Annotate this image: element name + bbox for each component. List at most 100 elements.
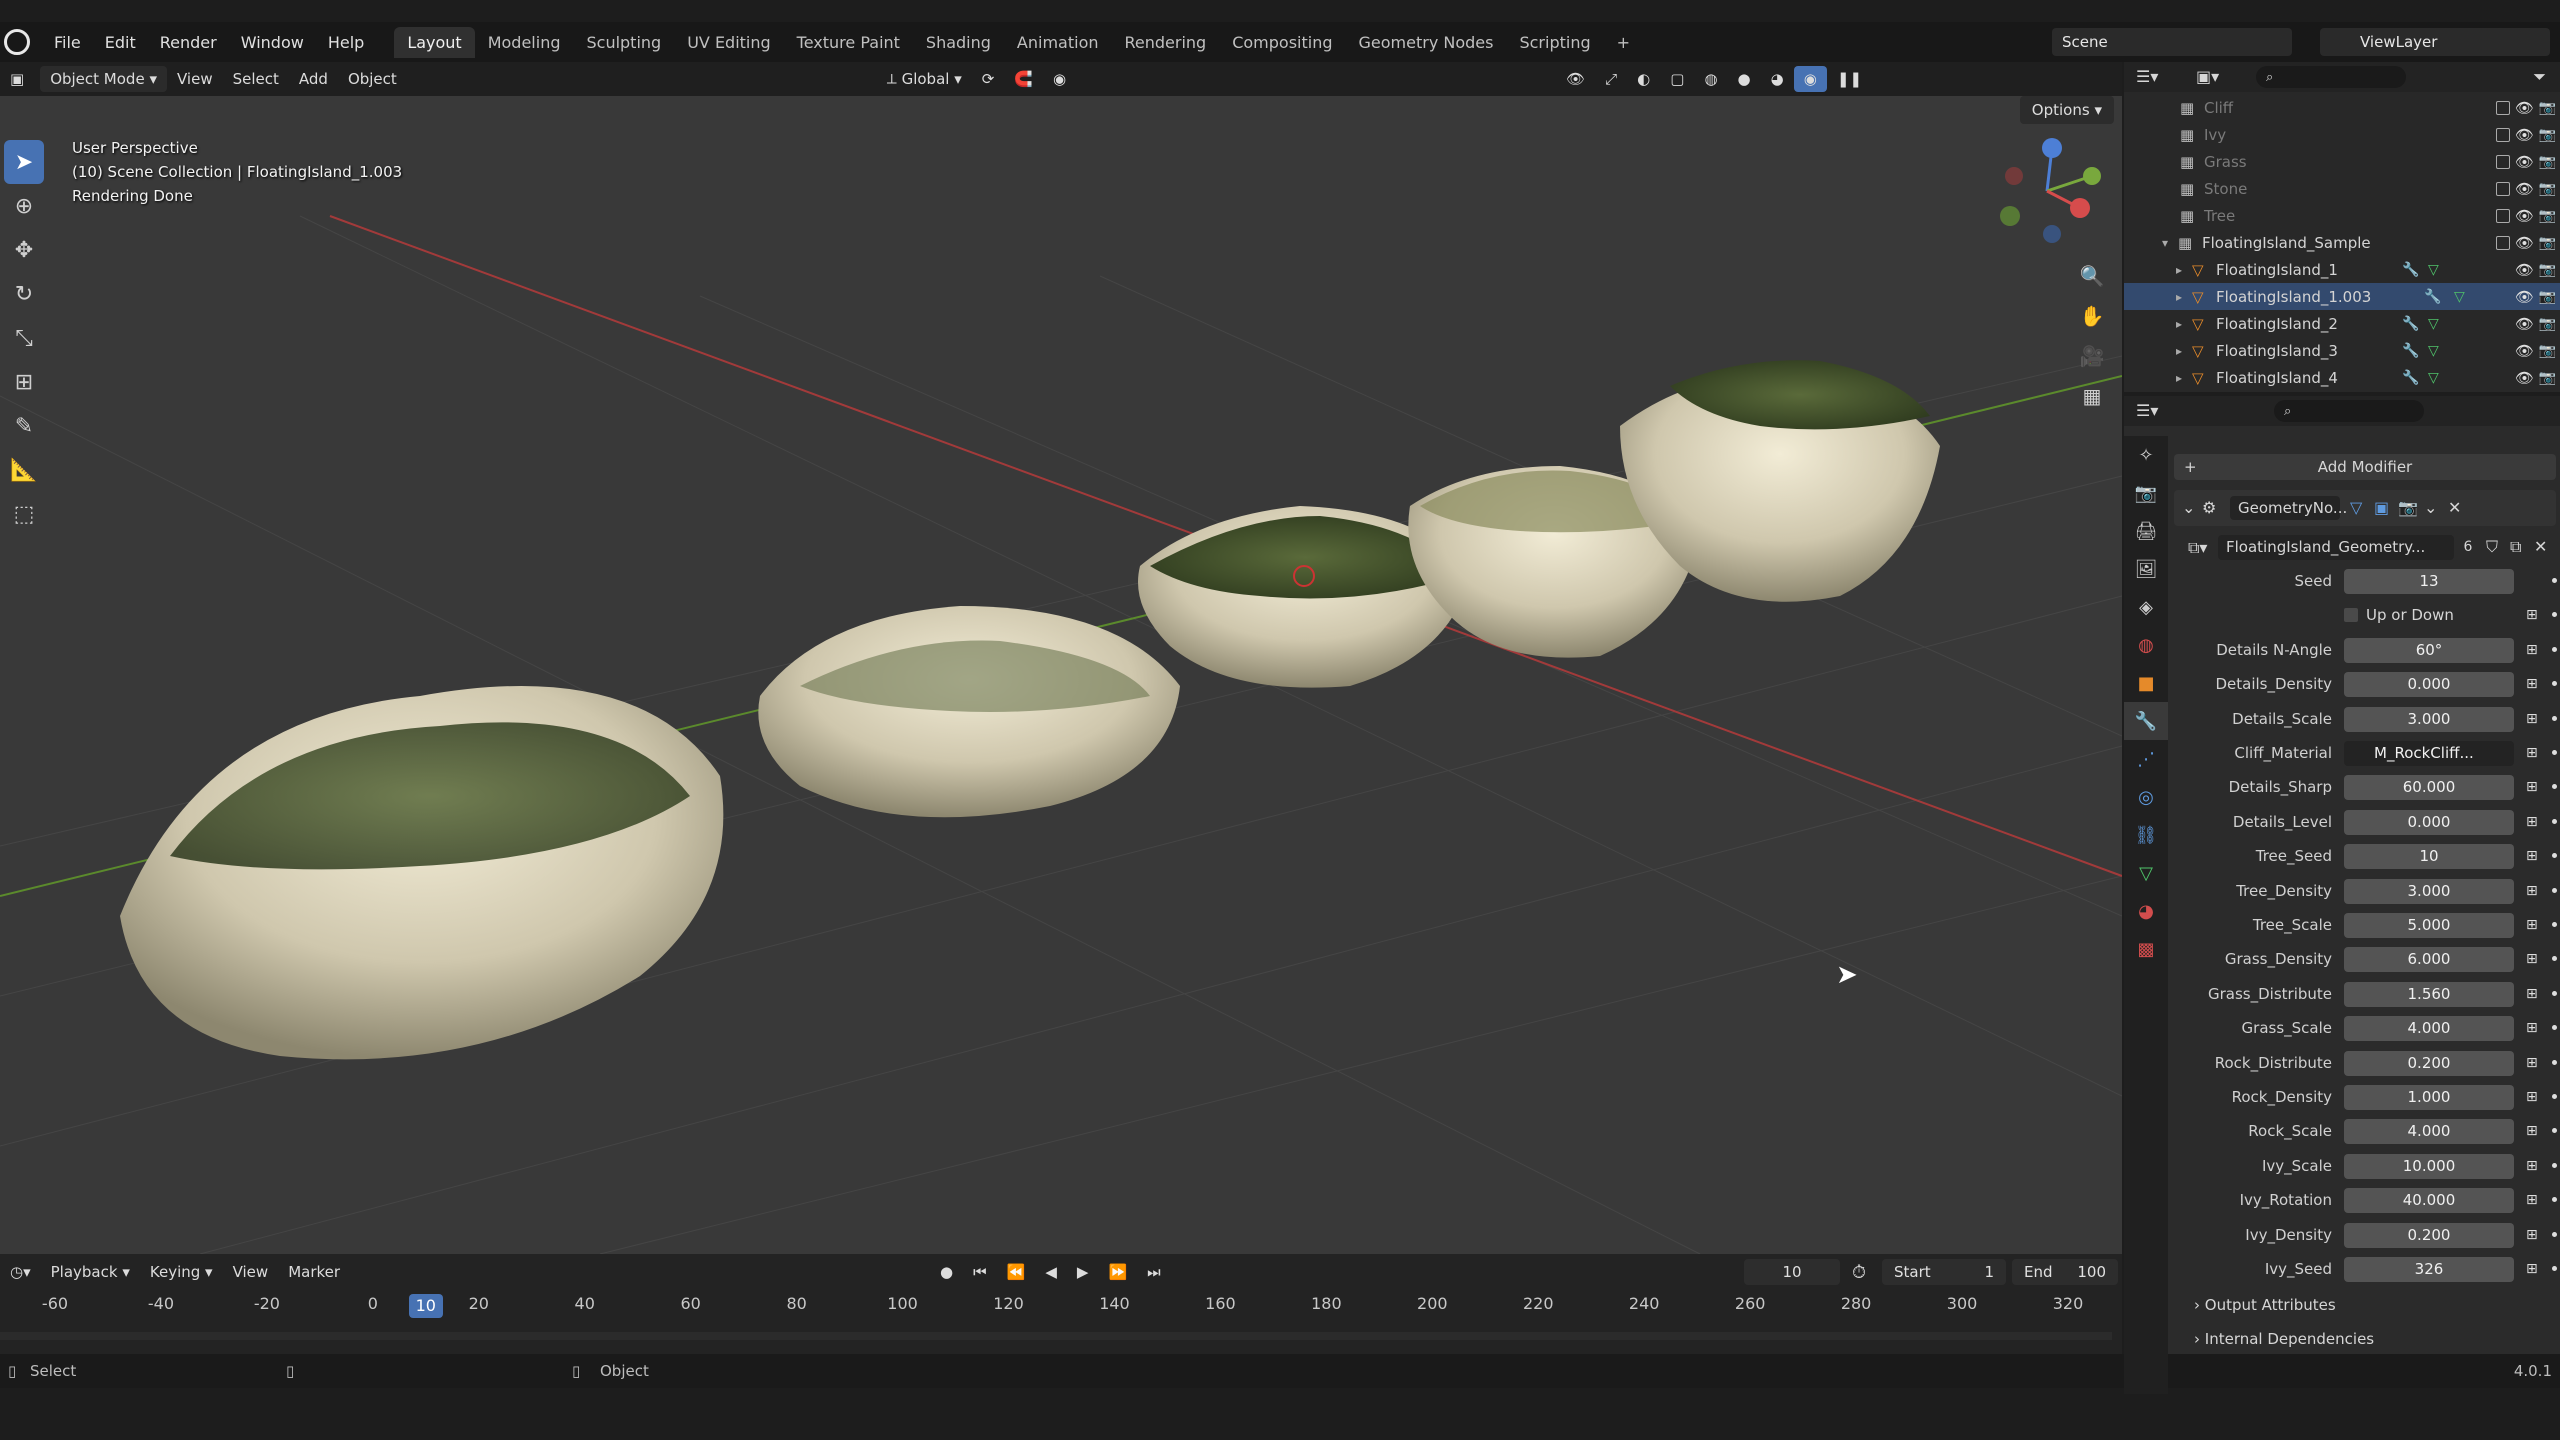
visibility-eye-icon[interactable]: 👁 (2515, 288, 2534, 306)
render-camera-icon[interactable]: 📷 (2539, 100, 2556, 116)
jump-start-icon[interactable]: ⏮ (963, 1259, 997, 1285)
jump-end-icon[interactable]: ⏭ (1137, 1259, 1171, 1285)
texture-tab-icon[interactable]: ▩ (2124, 930, 2168, 968)
play-icon[interactable]: ▶ (1067, 1259, 1099, 1285)
duplicate-icon[interactable]: ⧉ (2510, 537, 2521, 557)
mesh-data-icon[interactable]: ▽ (2428, 343, 2439, 359)
material-tab-icon[interactable]: ◕ (2124, 892, 2168, 930)
outliner-row[interactable]: ▸ ▽ FloatingIsland_1.003 🔧 ▽ 👁 📷 (2124, 283, 2560, 310)
playback-menu[interactable]: Playback ▾ (41, 1259, 140, 1285)
options-dropdown[interactable]: Options ▾ (2019, 96, 2114, 124)
outliner-search-input[interactable]: ⌕ (2256, 66, 2406, 88)
value-field[interactable]: 5.000 (2344, 913, 2514, 938)
value-field[interactable]: 40.000 (2344, 1188, 2514, 1214)
attribute-toggle-icon[interactable]: ⊞ (2526, 1055, 2544, 1071)
shading-wireframe-icon[interactable]: ◍ (1694, 66, 1727, 92)
value-field[interactable]: 326 (2344, 1257, 2514, 1282)
visibility-eye-icon[interactable]: 👁 (2515, 126, 2534, 144)
scene-selector[interactable]: Scene (2052, 28, 2292, 56)
play-reverse-icon[interactable]: ◀ (1035, 1259, 1067, 1285)
editor-type-icon[interactable]: ▣ (0, 66, 34, 92)
keyframe-dot-icon[interactable] (2552, 784, 2557, 790)
current-frame-field[interactable]: 10 (1744, 1259, 1840, 1285)
orientation-dropdown[interactable]: ⟂ Global ▾ (877, 66, 972, 92)
attribute-toggle-icon[interactable]: ⊞ (2526, 711, 2544, 727)
xray-icon[interactable]: ▢ (1660, 66, 1694, 92)
value-field[interactable]: 4.000 (2344, 1119, 2514, 1145)
tab-geometry-nodes[interactable]: Geometry Nodes (1346, 27, 1507, 58)
exclude-checkbox[interactable] (2496, 154, 2510, 169)
attribute-toggle-icon[interactable]: ⊞ (2526, 1123, 2544, 1139)
marker-menu[interactable]: Marker (278, 1259, 350, 1285)
exclude-checkbox[interactable] (2496, 100, 2510, 115)
tab-compositing[interactable]: Compositing (1219, 27, 1345, 58)
attribute-toggle-icon[interactable]: ⊞ (2526, 676, 2544, 692)
keyframe-dot-icon[interactable] (2552, 1094, 2557, 1099)
keyframe-dot-icon[interactable] (2552, 1231, 2557, 1237)
render-tab-icon[interactable]: 📷 (2124, 474, 2168, 512)
mesh-data-icon[interactable]: ▽ (2428, 370, 2439, 386)
expand-icon[interactable]: ▸ (2176, 317, 2182, 331)
exclude-checkbox[interactable] (2496, 127, 2510, 142)
render-camera-icon[interactable]: 📷 (2539, 181, 2556, 197)
outliner-row[interactable]: ▸ ▽ FloatingIsland_3 🔧 ▽ 👁 📷 (2124, 337, 2560, 364)
rotate-tool-icon[interactable]: ↻ (4, 272, 44, 316)
attribute-toggle-icon[interactable]: ⊞ (2526, 779, 2544, 795)
menu-view[interactable]: View (167, 66, 223, 92)
value-field[interactable]: 10 (2344, 844, 2514, 870)
blender-logo-icon[interactable] (4, 29, 30, 55)
world-tab-icon[interactable]: ◍ (2124, 626, 2168, 664)
keyframe-dot-icon[interactable] (2552, 956, 2557, 962)
attribute-toggle-icon[interactable]: ⊞ (2526, 607, 2544, 623)
render-camera-icon[interactable]: 📷 (2539, 262, 2556, 278)
render-toggle-icon[interactable]: 📷 (2398, 498, 2418, 517)
keyframe-dot-icon[interactable] (2552, 612, 2557, 618)
keyframe-dot-icon[interactable] (2552, 1059, 2557, 1065)
mesh-data-icon[interactable]: ▽ (2428, 316, 2439, 332)
visibility-eye-icon[interactable]: 👁 (2515, 207, 2534, 225)
visibility-eye-icon[interactable]: 👁 (2515, 315, 2534, 333)
visibility-eye-icon[interactable]: 👁 (2515, 261, 2534, 279)
scene-tab-icon[interactable]: ◈ (2124, 588, 2168, 626)
menu-select[interactable]: Select (223, 66, 289, 92)
render-camera-icon[interactable]: 📷 (2539, 370, 2556, 386)
prev-keyframe-icon[interactable]: ⏪ (997, 1259, 1036, 1285)
outliner-row[interactable]: ▦ Ivy 👁 📷 (2124, 121, 2560, 148)
render-camera-icon[interactable]: 📷 (2539, 154, 2556, 170)
modifier-wrench-icon[interactable]: 🔧 (2402, 262, 2419, 278)
attribute-toggle-icon[interactable]: ⊞ (2526, 986, 2544, 1002)
visibility-eye-icon[interactable]: 👁 (2515, 99, 2534, 117)
view-layer-selector[interactable]: ViewLayer (2320, 28, 2550, 56)
value-field[interactable]: 0.200 (2344, 1222, 2514, 1248)
value-field[interactable]: 0.000 (2344, 809, 2514, 835)
keyframe-dot-icon[interactable] (2552, 681, 2557, 687)
visibility-eye-icon[interactable]: 👁 (2515, 342, 2534, 360)
outliner-editor-icon[interactable]: ☰▾ (2136, 67, 2158, 86)
up-or-down-checkbox[interactable] (2344, 608, 2358, 623)
attribute-toggle-icon[interactable]: ⊞ (2526, 951, 2544, 967)
tab-rendering[interactable]: Rendering (1112, 27, 1220, 58)
proportional-edit-icon[interactable]: ◉ (1043, 66, 1076, 92)
value-field[interactable]: 10.000 (2344, 1153, 2514, 1179)
timeline-editor-type-icon[interactable]: ◷▾ (0, 1259, 41, 1285)
keyframe-dot-icon[interactable] (2552, 750, 2557, 755)
render-camera-icon[interactable]: 📷 (2539, 343, 2556, 359)
attribute-toggle-icon[interactable]: ⊞ (2526, 814, 2544, 830)
clock-icon[interactable]: ⏱ (1852, 1262, 1866, 1283)
attribute-toggle-icon[interactable]: ⊞ (2526, 917, 2544, 933)
tab-layout[interactable]: Layout (394, 26, 475, 58)
outliner-row[interactable]: ▸ ▽ FloatingIsland_1 🔧 ▽ 👁 📷 (2124, 256, 2560, 283)
tool-tab-icon[interactable]: ✧ (2124, 436, 2168, 474)
visibility-eye-icon[interactable]: 👁 (2515, 234, 2534, 252)
internal-dependencies-panel[interactable]: › Internal Dependencies (2194, 1330, 2374, 1348)
value-field[interactable]: 60° (2344, 637, 2514, 663)
frame-ruler[interactable]: -60 -40 -20 0 20 40 60 80 100 120 140 160 180 200 220 2… (0, 1294, 2122, 1322)
render-camera-icon[interactable]: 📷 (2539, 316, 2556, 332)
outliner-row[interactable]: ▦ Stone 👁 📷 (2124, 175, 2560, 202)
tab-uv-editing[interactable]: UV Editing (674, 27, 783, 58)
object-tab-icon[interactable]: ■ (2124, 664, 2168, 702)
value-field[interactable]: 4.000 (2344, 1016, 2514, 1042)
add-workspace-icon[interactable]: + (1604, 27, 1643, 58)
modifier-wrench-icon[interactable]: 🔧 (2402, 370, 2419, 386)
select-tool-icon[interactable]: ➤ (4, 140, 44, 184)
